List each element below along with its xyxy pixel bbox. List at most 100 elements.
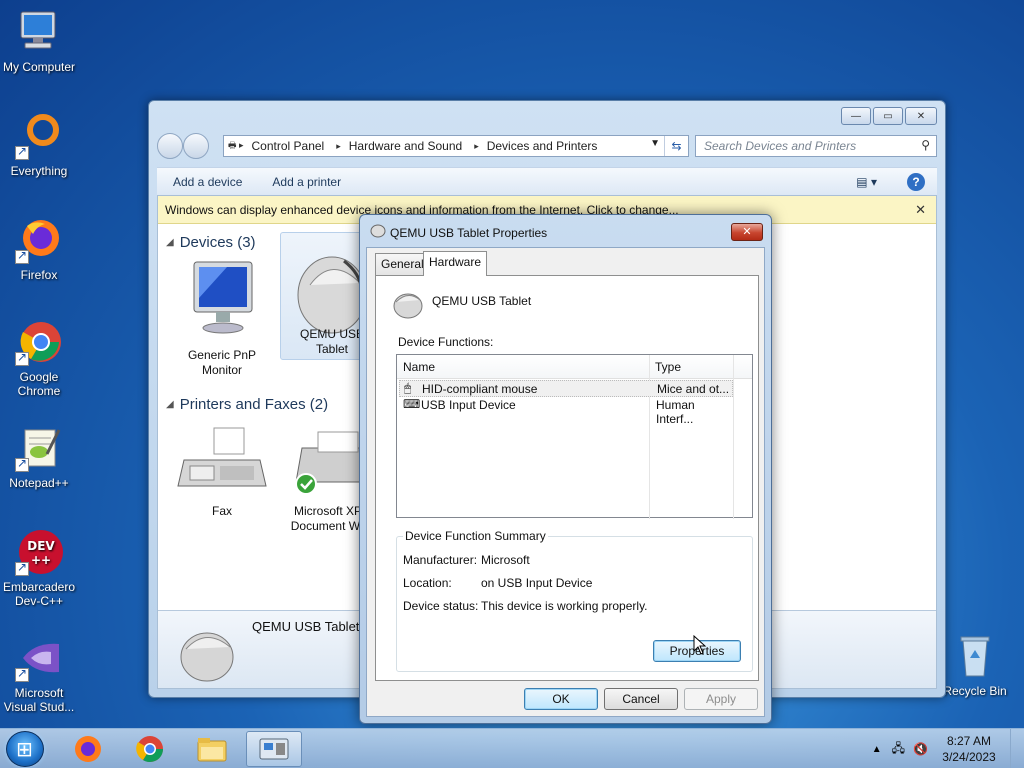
desktop-icon-label: Google Chrome [17,370,61,398]
refresh-icon[interactable]: ⇆ [664,136,688,156]
desktop-icon-firefox[interactable]: Firefox [0,216,78,282]
device-functions-list[interactable]: Name Type 🖱 HID-compliant mouse Mice and… [396,354,753,519]
list-item[interactable]: ⌨ USB Input Device Human Interf... [399,397,733,426]
search-input[interactable]: Search Devices and Printers ⚲ [695,135,937,157]
breadcrumb-hardware-and-sound[interactable]: Hardware and Sound [349,139,462,153]
mouse-icon [393,293,423,319]
taskbar-chrome[interactable] [122,731,178,767]
volume-muted-icon[interactable]: 🔇 [913,742,928,756]
device-properties-dialog[interactable]: QEMU USB Tablet Properties ✕ General Har… [359,214,772,724]
cancel-button[interactable]: Cancel [604,688,678,710]
shortcut-arrow-icon [15,248,29,264]
taskbar-file-explorer[interactable] [184,731,240,767]
firefox-icon [75,736,101,762]
forward-button[interactable] [183,133,209,159]
chevron-right-icon: ▸ [474,140,479,151]
desktop-icon-label: Recycle Bin [943,684,1007,698]
group-header-devices[interactable]: ◢ Devices (3) [166,234,256,251]
desktop-icon-label: Firefox [20,268,58,282]
device-generic-pnp-monitor[interactable]: Generic PnP Monitor [170,258,274,378]
minimize-button[interactable]: — [841,107,871,125]
apply-button[interactable]: Apply [684,688,758,710]
desktop-icon-label: My Computer [2,60,76,74]
start-button[interactable] [6,731,44,767]
close-button[interactable]: ✕ [731,223,763,241]
desktop-icon-my-computer[interactable]: My Computer [0,8,78,74]
group-header-printers[interactable]: ◢ Printers and Faxes (2) [166,396,328,413]
help-icon[interactable]: ? [907,173,925,191]
breadcrumb-control-panel[interactable]: Control Panel [252,139,325,153]
close-icon[interactable]: ✕ [915,202,926,218]
notepadpp-icon [15,424,63,472]
shortcut-arrow-icon [15,144,29,160]
clock-date: 3/24/2023 [942,750,996,764]
mouse-icon [370,224,386,238]
desktop-icon-visual-studio[interactable]: Microsoft Visual Stud... [0,634,78,714]
devices-and-printers-icon [259,738,289,760]
devcpp-icon: DEV ++ [15,528,63,576]
desktop-icon-devcpp[interactable]: DEV++ Embarcadero Dev-C++ [0,528,78,608]
desktop-icon-label: Everything [10,164,68,178]
search-icon[interactable]: ⚲ [921,138,930,152]
desktop-icon-everything[interactable]: Everything [0,112,78,178]
taskbar: ▲ 🖧 🔇 8:27 AM 3/24/2023 [0,728,1024,768]
monitor-icon [193,261,253,334]
svg-text:DEV: DEV [27,539,55,553]
svg-text:++: ++ [31,553,51,567]
everything-search-icon [15,112,63,160]
desktop-icon-label: Notepad++ [9,476,69,490]
device-fax[interactable]: Fax [170,426,274,526]
chevron-down-icon[interactable]: ▼ [650,138,660,149]
column-type[interactable]: Type [655,360,681,374]
collapse-triangle-icon: ◢ [166,237,174,248]
breadcrumb-devices-and-printers[interactable]: Devices and Printers [487,139,598,153]
list-header: Name Type [397,355,752,519]
tab-hardware[interactable]: Hardware [423,251,488,276]
column-divider [733,355,734,519]
taskbar-firefox[interactable] [60,731,116,767]
desktop-icon-label: Embarcadero Dev-C++ [2,580,76,608]
desktop-icon-chrome[interactable]: Google Chrome [0,318,78,398]
command-bar: Add a device Add a printer ▤ ▾ ? [157,167,937,195]
mouse-icon: 🖱 [404,381,412,395]
clock[interactable]: 8:27 AM 3/24/2023 [934,733,1004,765]
list-item[interactable]: 🖱 HID-compliant mouse Mice and ot... [399,380,733,397]
show-hidden-icons-icon[interactable]: ▲ [872,744,882,755]
summary-device-status: Device status: This device is working pr… [403,599,648,613]
tab-general[interactable]: General [375,253,430,275]
chrome-icon [136,736,164,763]
add-printer-button[interactable]: Add a printer [272,175,341,189]
control-panel-icon: 🖶 ▸ [228,140,244,150]
show-desktop-button[interactable] [1010,729,1024,768]
mouse-pointer-icon [693,635,707,655]
network-icon[interactable]: 🖧 [892,739,905,760]
device-name-label: QEMU USB Tablet [432,294,532,308]
device-functions-label: Device Functions: [398,335,494,349]
add-device-button[interactable]: Add a device [173,175,242,189]
clock-time: 8:27 AM [946,734,992,748]
search-placeholder: Search Devices and Printers [704,139,857,153]
taskbar-devices-and-printers[interactable] [246,731,302,767]
shortcut-arrow-icon [15,456,29,472]
shortcut-arrow-icon [15,666,29,682]
summary-manufacturer: Manufacturer: Microsoft [403,553,530,567]
ok-button[interactable]: OK [524,688,598,710]
maximize-button[interactable]: ▭ [873,107,903,125]
desktop-icon-recycle-bin[interactable]: Recycle Bin [936,632,1014,698]
column-name[interactable]: Name [403,360,435,374]
fax-icon [177,427,267,487]
window-controls: — ▭ ✕ [841,107,937,125]
shortcut-arrow-icon [15,350,29,366]
system-tray: ▲ 🖧 🔇 8:27 AM 3/24/2023 [872,729,1024,768]
close-button[interactable]: ✕ [905,107,937,125]
summary-legend: Device Function Summary [403,529,548,543]
desktop-icon-notepadpp[interactable]: Notepad++ [0,424,78,490]
address-row: 🖶 ▸ Control Panel ▸ Hardware and Sound ▸… [157,133,937,159]
back-button[interactable] [157,133,183,159]
firefox-icon [15,216,63,264]
chrome-icon [15,318,63,366]
dialog-title: QEMU USB Tablet Properties [390,226,548,240]
shortcut-arrow-icon [15,560,29,576]
address-bar[interactable]: 🖶 ▸ Control Panel ▸ Hardware and Sound ▸… [223,135,689,157]
view-options-icon[interactable]: ▤ ▾ [856,175,877,189]
